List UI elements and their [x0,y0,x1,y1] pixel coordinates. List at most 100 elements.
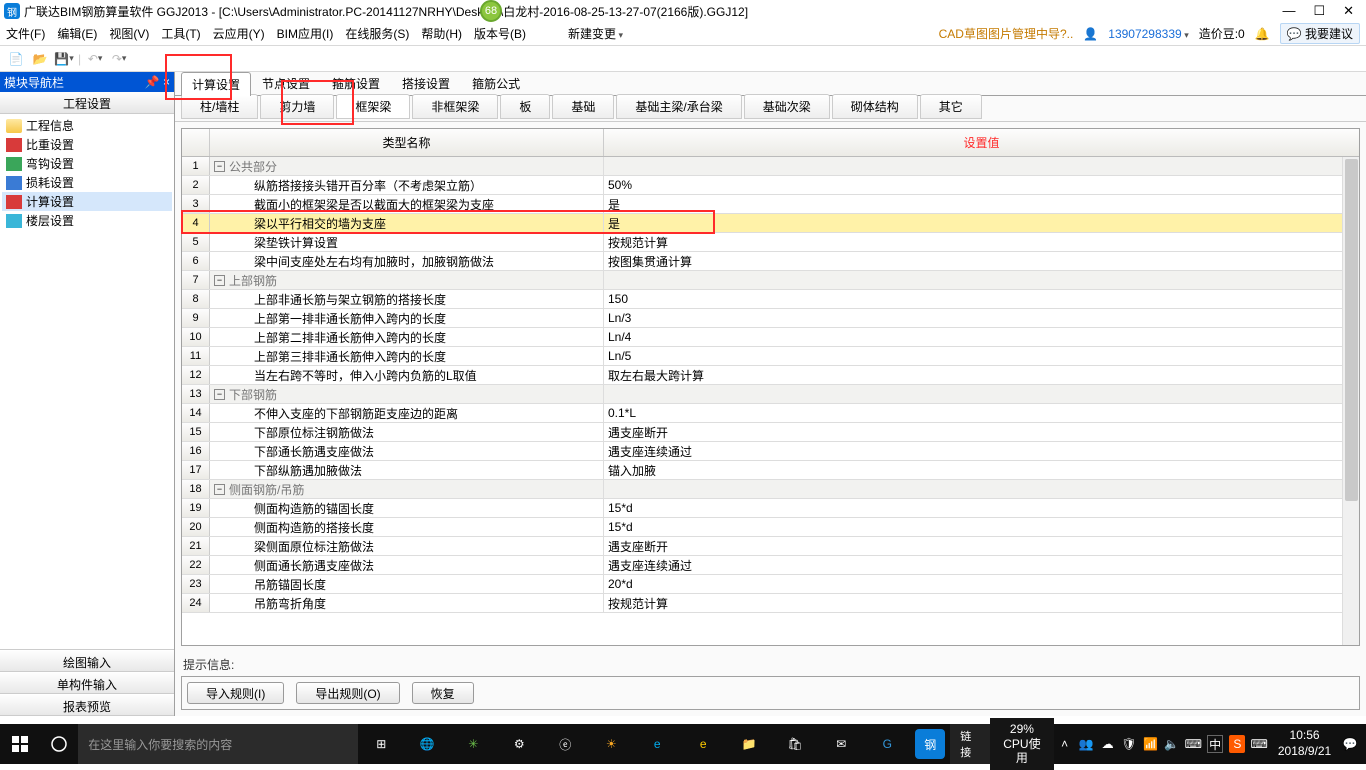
maximize-button[interactable]: ☐ [1313,3,1325,19]
open-icon[interactable]: 📂 [30,49,50,69]
grid-row[interactable]: 10上部第二排非通长筋伸入跨内的长度Ln/4 [182,328,1359,347]
sidebar-item-5[interactable]: 楼层设置 [2,211,172,230]
row-value[interactable]: 20*d [604,575,1359,593]
tray-notifications-icon[interactable]: 💬 [1339,724,1360,764]
row-value[interactable]: Ln/5 [604,347,1359,365]
tab2-8[interactable]: 砌体结构 [832,94,918,119]
tab1-4[interactable]: 箍筋公式 [461,71,531,95]
grid-row[interactable]: 2纵筋搭接接头错开百分率（不考虑架立筋）50% [182,176,1359,195]
tab2-1[interactable]: 剪力墙 [260,94,334,119]
tray-keyboard-icon[interactable]: ⌨ [1248,724,1269,764]
tray-onedrive-icon[interactable]: ☁ [1097,724,1118,764]
notification-badge[interactable]: 68 [480,0,502,22]
grid-row[interactable]: 23吊筋锚固长度20*d [182,575,1359,594]
row-value[interactable] [604,385,1359,403]
save-icon[interactable]: 💾 [54,49,74,69]
row-value[interactable]: 50% [604,176,1359,194]
sidebar-item-4[interactable]: 计算设置 [2,192,172,211]
tab2-2[interactable]: 框架梁 [336,94,410,119]
undo-icon[interactable]: ↶ [85,49,105,69]
tray-ime2-icon[interactable]: 中 [1207,735,1223,753]
user-label[interactable]: 13907298339 [1108,27,1188,41]
sidebar-bottom-1[interactable]: 单构件输入 [0,672,174,694]
row-value[interactable]: 遇支座连续通过 [604,556,1359,574]
sidebar-bottom-0[interactable]: 绘图输入 [0,650,174,672]
feedback-button[interactable]: 💬 我要建议 [1280,23,1360,44]
app-icon-8[interactable]: 📁 [726,724,772,764]
start-button[interactable] [0,724,40,764]
grid-row[interactable]: 24吊筋弯折角度按规范计算 [182,594,1359,613]
grid-row[interactable]: 6梁中间支座处左右均有加腋时，加腋钢筋做法按图集贯通计算 [182,252,1359,271]
sidebar-item-1[interactable]: 比重设置 [2,135,172,154]
row-value[interactable] [604,271,1359,289]
tab1-3[interactable]: 搭接设置 [391,71,461,95]
grid-row[interactable]: 8上部非通长筋与架立钢筋的搭接长度150 [182,290,1359,309]
cortana-icon[interactable] [40,724,78,764]
pin-icon[interactable]: 📌 [145,75,160,89]
tab2-3[interactable]: 非框架梁 [412,94,498,119]
menu-item-2[interactable]: 视图(V) [109,27,149,41]
grid-row[interactable]: 22侧面通长筋遇支座做法遇支座连续通过 [182,556,1359,575]
app-icon-1[interactable]: 🌐 [404,724,450,764]
row-value[interactable]: 是 [604,214,1359,232]
sidebar-item-3[interactable]: 损耗设置 [2,173,172,192]
grid-row[interactable]: 7−上部钢筋 [182,271,1359,290]
tray-link[interactable]: 链接 [950,724,990,764]
grid-row[interactable]: 14不伸入支座的下部钢筋距支座边的距离0.1*L [182,404,1359,423]
tab2-9[interactable]: 其它 [920,94,982,119]
grid-row[interactable]: 19侧面构造筋的锚固长度15*d [182,499,1359,518]
tray-people-icon[interactable]: 👥 [1075,724,1096,764]
menu-item-0[interactable]: 文件(F) [6,27,45,41]
row-value[interactable]: 取左右最大跨计算 [604,366,1359,384]
close-button[interactable]: ✕ [1343,3,1354,19]
menu-item-1[interactable]: 编辑(E) [57,27,97,41]
tab2-6[interactable]: 基础主梁/承台梁 [616,94,741,119]
tray-sogou-icon[interactable]: S [1229,735,1245,753]
grid-row[interactable]: 20侧面构造筋的搭接长度15*d [182,518,1359,537]
row-value[interactable] [604,480,1359,498]
tray-up-icon[interactable]: ˄ [1054,724,1075,764]
tab2-4[interactable]: 板 [500,94,550,119]
grid-row[interactable]: 21梁侧面原位标注筋做法遇支座断开 [182,537,1359,556]
import-rules-button[interactable]: 导入规则(I) [187,682,284,704]
tray-clock[interactable]: 10:562018/9/21 [1270,728,1339,759]
tab2-7[interactable]: 基础次梁 [744,94,830,119]
app-icon-2[interactable]: ✳ [450,724,496,764]
row-value[interactable]: 按规范计算 [604,594,1359,612]
grid-row[interactable]: 12当左右跨不等时，伸入小跨内负筋的L取值取左右最大跨计算 [182,366,1359,385]
tray-network-icon[interactable]: 📶 [1140,724,1161,764]
app-icon-3[interactable]: ⚙ [496,724,542,764]
tab1-0[interactable]: 计算设置 [181,72,251,96]
menu-item-4[interactable]: 云应用(Y) [213,27,265,41]
row-value[interactable]: 15*d [604,518,1359,536]
row-value[interactable]: Ln/4 [604,328,1359,346]
row-value[interactable]: 遇支座断开 [604,537,1359,555]
tab2-5[interactable]: 基础 [552,94,614,119]
menu-new-change[interactable]: 新建变更 [568,25,623,42]
grid-row[interactable]: 1−公共部分 [182,157,1359,176]
collapse-icon[interactable]: − [214,389,225,400]
grid-row[interactable]: 4梁以平行相交的墙为支座是 [182,214,1359,233]
row-value[interactable]: 15*d [604,499,1359,517]
cad-link[interactable]: CAD草图图片管理中导?.. [939,25,1074,42]
sidebar-item-0[interactable]: 工程信息 [2,116,172,135]
tray-shield-icon[interactable]: 🛡 [1118,724,1139,764]
menu-item-7[interactable]: 帮助(H) [421,27,462,41]
menu-item-8[interactable]: 版本号(B) [474,27,526,41]
sidebar-close-icon[interactable]: × [163,75,170,89]
row-value[interactable]: 0.1*L [604,404,1359,422]
taskview-icon[interactable]: ⊞ [358,724,404,764]
menu-item-6[interactable]: 在线服务(S) [345,27,409,41]
row-value[interactable]: 遇支座连续通过 [604,442,1359,460]
tray-volume-icon[interactable]: 🔈 [1161,724,1182,764]
row-value[interactable]: 遇支座断开 [604,423,1359,441]
app-icon-10[interactable]: ✉ [818,724,864,764]
grid-row[interactable]: 13−下部钢筋 [182,385,1359,404]
app-icon-6[interactable]: e [634,724,680,764]
row-value[interactable]: 150 [604,290,1359,308]
grid-row[interactable]: 3截面小的框架梁是否以截面大的框架梁为支座是 [182,195,1359,214]
menu-item-3[interactable]: 工具(T) [161,27,200,41]
minimize-button[interactable]: — [1282,3,1295,19]
sidebar-bottom-2[interactable]: 报表预览 [0,694,174,716]
app-icon-9[interactable]: 🛍 [772,724,818,764]
